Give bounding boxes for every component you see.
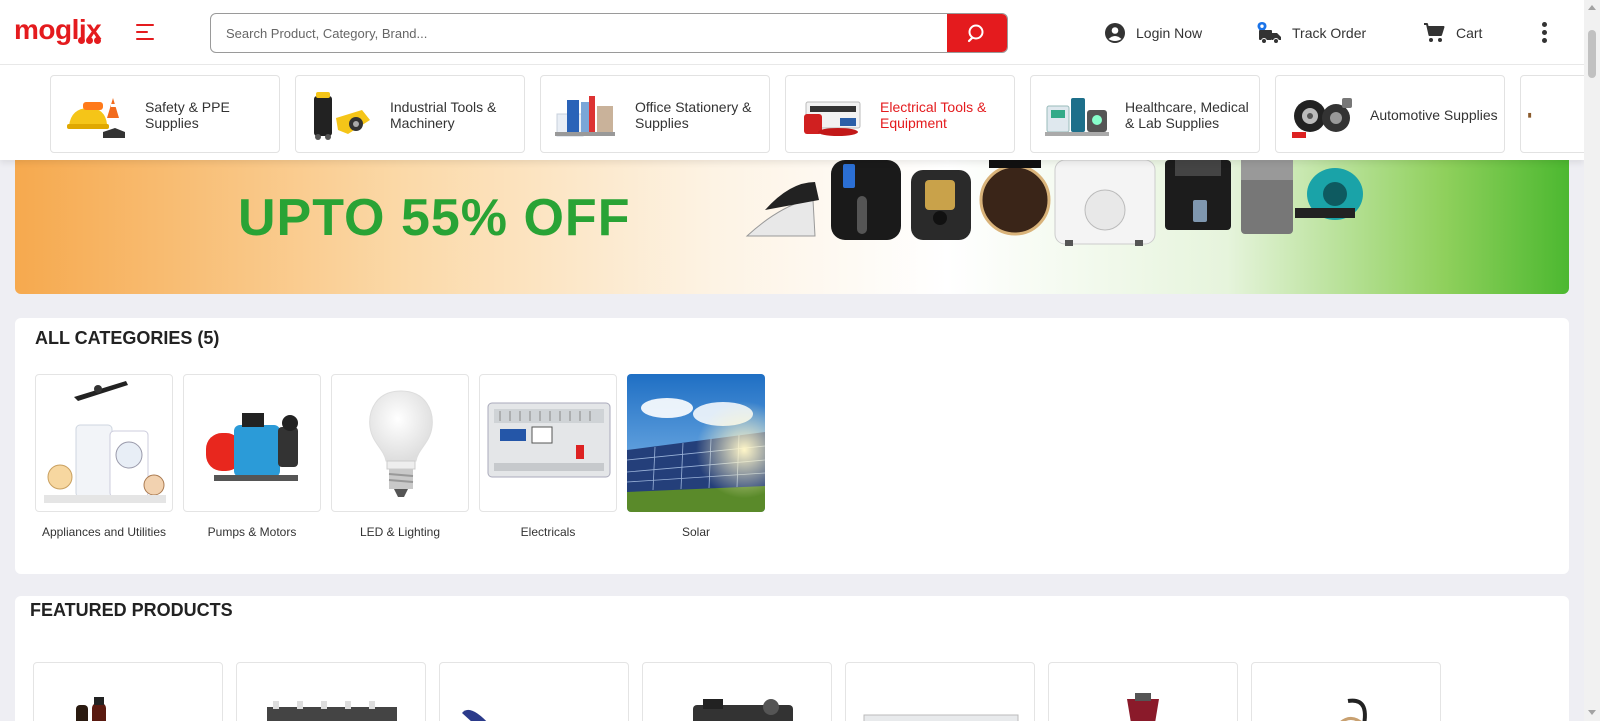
cart-icon (1424, 23, 1445, 42)
appliances-thumbnail[interactable] (35, 374, 173, 512)
product-thumbnail (863, 714, 1019, 721)
search-icon (967, 24, 984, 43)
led-bulb-image (369, 390, 433, 497)
product-card[interactable] (642, 662, 832, 721)
product-card[interactable] (33, 662, 223, 721)
top-header: moglix Login Now (0, 0, 1584, 64)
category-card-safety[interactable]: Safety & PPE Supplies (50, 75, 280, 153)
truck-icon (1257, 22, 1281, 44)
cart-button[interactable]: Cart (1422, 20, 1482, 46)
track-order-label: Track Order (1292, 25, 1367, 41)
category-card-electrical-tools[interactable]: Electrical Tools & Equipment (785, 75, 1015, 153)
category-card-industrial-tools[interactable]: Industrial Tools & Machinery (295, 75, 525, 153)
category-label: Electrical Tools & Equipment (880, 99, 987, 131)
kebab-icon[interactable] (1540, 22, 1548, 44)
category-label: Industrial Tools & Machinery (390, 99, 497, 131)
industrial-tools-thumbnail (314, 92, 370, 140)
appliances-image (44, 381, 166, 503)
category-tile-label: Solar (681, 525, 710, 539)
category-tile-solar[interactable]: Solar (627, 374, 765, 539)
product-thumbnail (462, 710, 487, 721)
scroll-up-arrow-icon[interactable] (1588, 5, 1596, 10)
category-label: Automotive Supplies (1370, 107, 1498, 123)
user-icon (1105, 23, 1125, 43)
electrical-tools-thumbnail (804, 101, 861, 136)
login-button[interactable]: Login Now (1104, 20, 1202, 46)
search-bar (210, 13, 1008, 53)
solar-thumbnail[interactable] (627, 374, 765, 512)
category-card-healthcare[interactable]: Healthcare, Medical & Lab Supplies (1030, 75, 1260, 153)
category-tile-label: Pumps & Motors (207, 525, 297, 539)
category-label: Healthcare, Medical & Lab Supplies (1125, 99, 1249, 131)
all-categories-title: ALL CATEGORIES (5) (35, 328, 220, 348)
product-thumbnail (1340, 698, 1367, 721)
pumps-thumbnail[interactable] (183, 374, 321, 512)
safety-ppe-thumbnail (67, 98, 125, 138)
product-card[interactable] (1251, 662, 1441, 721)
category-label: Safety & PPE Supplies (145, 99, 230, 131)
search-button[interactable] (947, 14, 1007, 52)
logo-dots (78, 37, 102, 47)
product-thumbnail (76, 697, 106, 721)
product-card[interactable] (236, 662, 426, 721)
product-card[interactable] (439, 662, 629, 721)
category-label: Office Stationery & Supplies (635, 99, 752, 131)
solar-image (627, 374, 765, 512)
category-strip: Safety & PPE Supplies Industrial Tools &… (0, 64, 1584, 160)
product-thumbnail (267, 701, 397, 721)
login-label: Login Now (1136, 25, 1203, 41)
healthcare-thumbnail (1045, 98, 1109, 136)
search-input[interactable] (211, 14, 951, 52)
category-tile-led[interactable]: LED & Lighting (331, 374, 469, 539)
cart-label: Cart (1456, 25, 1483, 41)
page-scrollbar[interactable] (1584, 0, 1600, 721)
category-tile-label: Appliances and Utilities (41, 525, 167, 539)
partial-category-thumbnail (1528, 112, 1532, 118)
office-stationery-thumbnail (555, 96, 615, 137)
menu-icon[interactable] (136, 22, 158, 42)
appliances-banner-image (745, 160, 1363, 246)
category-card-office-stationery[interactable]: Office Stationery & Supplies (540, 75, 770, 153)
category-tile-pumps[interactable]: Pumps & Motors (183, 374, 321, 539)
category-tile-label: LED & Lighting (359, 525, 441, 539)
stabilizer-image (487, 402, 611, 478)
pumps-image (206, 413, 298, 481)
led-thumbnail[interactable] (331, 374, 469, 512)
product-card[interactable] (845, 662, 1035, 721)
scrollbar-thumb[interactable] (1588, 30, 1596, 78)
electricals-thumbnail[interactable] (479, 374, 617, 512)
product-thumbnail (693, 699, 793, 721)
track-order-button[interactable]: Track Order (1256, 20, 1366, 46)
scroll-down-arrow-icon[interactable] (1588, 710, 1596, 715)
category-tile-label: Electricals (520, 525, 576, 539)
product-thumbnail (1127, 693, 1159, 721)
promo-banner[interactable]: UPTO 55% OFF (15, 160, 1569, 294)
featured-products-title: FEATURED PRODUCTS (30, 600, 233, 620)
product-card[interactable] (1048, 662, 1238, 721)
featured-products-section: FEATURED PRODUCTS (15, 596, 1569, 721)
banner-headline: UPTO 55% OFF (238, 189, 631, 247)
category-tile-appliances[interactable]: Appliances and Utilities (35, 374, 173, 539)
category-tile-electricals[interactable]: Electricals (479, 374, 617, 539)
category-card-automotive[interactable]: Automotive Supplies (1275, 75, 1505, 153)
automotive-thumbnail (1292, 98, 1352, 138)
all-categories-section: ALL CATEGORIES (5) Appliances and Utilit… (15, 318, 1569, 574)
category-card-partial[interactable] (1520, 75, 1584, 153)
